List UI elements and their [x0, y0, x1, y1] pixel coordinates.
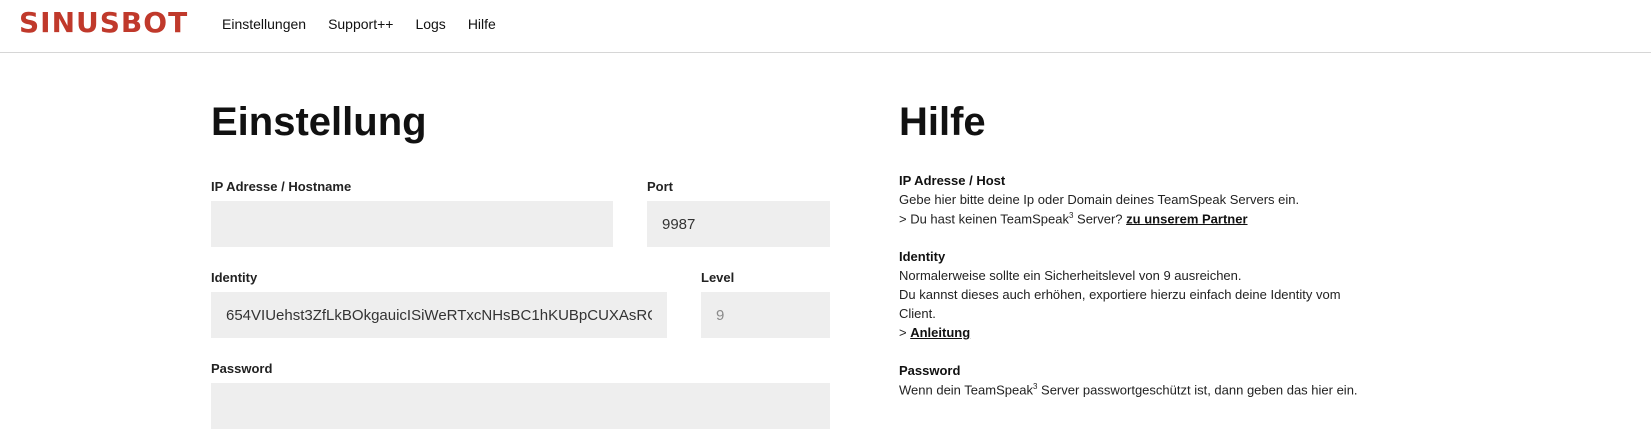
port-input[interactable] [647, 201, 830, 247]
help-identity-text-1: Normalerweise sollte ein Sicherheitsleve… [899, 268, 1242, 283]
level-label: Level [701, 270, 735, 285]
help-identity-link-prefix: > [899, 325, 911, 340]
help-identity-text-2: Du kannst dieses auch erhöhen, exportier… [899, 287, 1341, 302]
help-identity-text-3: Client. [899, 306, 936, 321]
help-host-partner-suffix: Server? [1073, 211, 1127, 227]
nav-item-hilfe[interactable]: Hilfe [468, 16, 496, 32]
nav-item-logs[interactable]: Logs [415, 16, 445, 32]
help-identity-title: Identity [899, 249, 946, 264]
help-identity-link-line: > Anleitung [899, 325, 970, 340]
partner-link[interactable]: zu unserem Partner [1126, 211, 1247, 226]
help-host-title: IP Adresse / Host [899, 173, 1006, 188]
nav-item-support[interactable]: Support++ [328, 16, 393, 32]
help-password-prefix: Wenn dein TeamSpeak [899, 382, 1033, 398]
identity-input[interactable] [211, 292, 667, 338]
password-label: Password [211, 361, 273, 376]
help-host-partner-prefix: > Du hast keinen TeamSpeak [899, 211, 1069, 227]
help-host-text: Gebe hier bitte deine Ip oder Domain dei… [899, 192, 1300, 207]
sinusbot-logo[interactable]: SINUSBOT [19, 6, 188, 39]
host-input[interactable] [211, 201, 613, 247]
nav-item-einstellungen[interactable]: Einstellungen [222, 16, 306, 32]
help-password-title: Password [899, 363, 961, 378]
help-title: Hilfe [899, 100, 986, 144]
help-password-suffix: Server passwortgeschützt ist, dann geben… [1037, 382, 1358, 398]
settings-title: Einstellung [211, 100, 427, 144]
level-input[interactable] [701, 292, 830, 338]
help-password-text: Wenn dein TeamSpeak3 Server passwortgesc… [899, 382, 1358, 397]
password-input[interactable] [211, 383, 830, 429]
main-nav: Einstellungen Support++ Logs Hilfe [222, 16, 496, 32]
identity-label: Identity [211, 270, 258, 285]
help-host-partner-line: > Du hast keinen TeamSpeak3 Server? zu u… [899, 211, 1248, 226]
port-label: Port [647, 179, 673, 194]
host-label: IP Adresse / Hostname [211, 179, 352, 194]
anleitung-link[interactable]: Anleitung [910, 325, 970, 340]
top-navigation-bar: SINUSBOT Einstellungen Support++ Logs Hi… [0, 0, 1651, 53]
